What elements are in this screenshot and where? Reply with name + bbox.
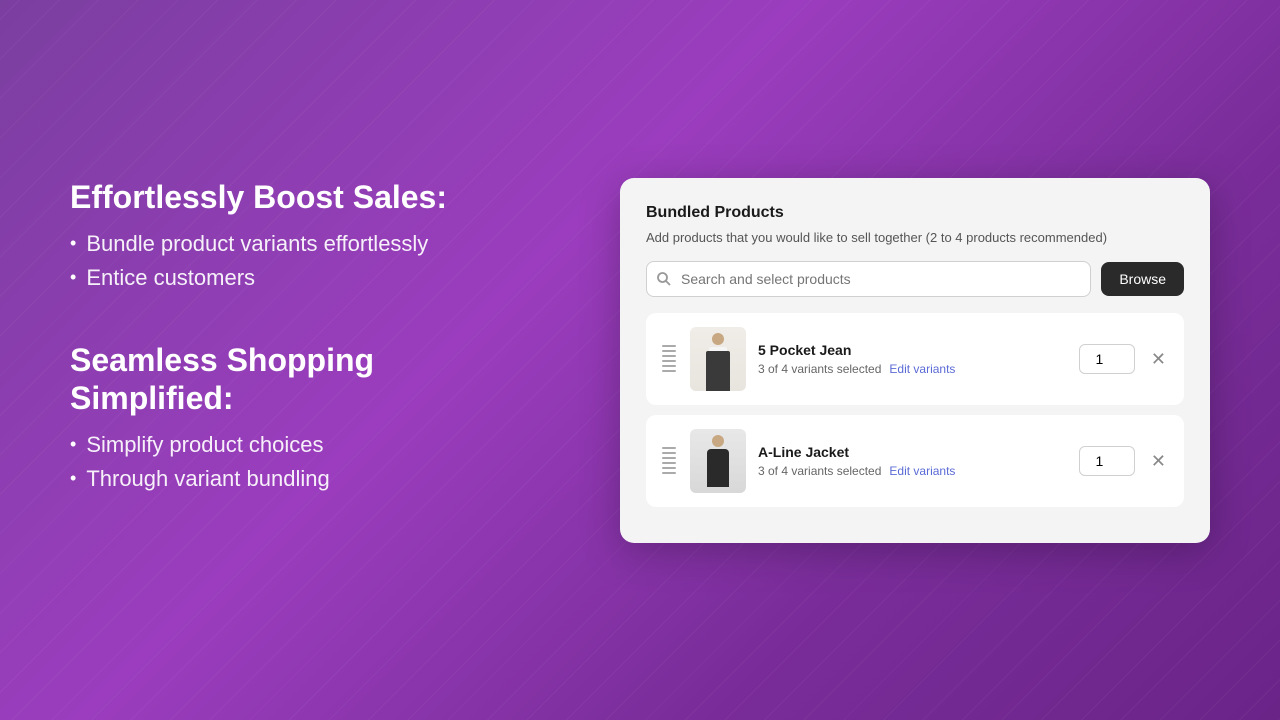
card-subtitle: Add products that you would like to sell…: [646, 230, 1184, 245]
product-variants-1: 3 of 4 variants selected Edit variants: [758, 362, 1067, 376]
product-item-1: 5 Pocket Jean 3 of 4 variants selected E…: [646, 313, 1184, 405]
section1-title: Effortlessly Boost Sales:: [70, 178, 520, 216]
section2-bullets: Simplify product choices Through variant…: [70, 432, 520, 492]
product-image-2: [690, 429, 746, 493]
search-row: Browse: [646, 261, 1184, 297]
section1-bullet-2: Entice customers: [70, 265, 520, 291]
section2-bullet-2: Through variant bundling: [70, 466, 520, 492]
search-input[interactable]: [646, 261, 1091, 297]
product-name-2: A-Line Jacket: [758, 444, 1067, 460]
edit-variants-link-1[interactable]: Edit variants: [889, 362, 955, 376]
left-panel: Effortlessly Boost Sales: Bundle product…: [0, 118, 580, 601]
variants-text-2: 3 of 4 variants selected: [758, 464, 881, 478]
product-info-2: A-Line Jacket 3 of 4 variants selected E…: [758, 444, 1067, 478]
browse-button[interactable]: Browse: [1101, 262, 1184, 296]
product-info-1: 5 Pocket Jean 3 of 4 variants selected E…: [758, 342, 1067, 376]
right-panel: Bundled Products Add products that you w…: [580, 138, 1280, 583]
product-item-2: A-Line Jacket 3 of 4 variants selected E…: [646, 415, 1184, 507]
quantity-input-2[interactable]: [1079, 446, 1135, 476]
product-image-1: [690, 327, 746, 391]
search-icon: [656, 271, 672, 287]
drag-handle-2[interactable]: [660, 445, 678, 476]
bundled-products-card: Bundled Products Add products that you w…: [620, 178, 1210, 543]
drag-handle-1[interactable]: [660, 343, 678, 374]
card-title: Bundled Products: [646, 204, 1184, 222]
variants-text-1: 3 of 4 variants selected: [758, 362, 881, 376]
remove-button-2[interactable]: ✕: [1147, 450, 1170, 472]
edit-variants-link-2[interactable]: Edit variants: [889, 464, 955, 478]
search-input-wrapper: [646, 261, 1091, 297]
remove-button-1[interactable]: ✕: [1147, 348, 1170, 370]
quantity-input-1[interactable]: [1079, 344, 1135, 374]
section2-title: Seamless Shopping Simplified:: [70, 341, 520, 418]
product-name-1: 5 Pocket Jean: [758, 342, 1067, 358]
section1-bullet-1: Bundle product variants effortlessly: [70, 231, 520, 257]
section2-bullet-1: Simplify product choices: [70, 432, 520, 458]
product-variants-2: 3 of 4 variants selected Edit variants: [758, 464, 1067, 478]
section1-bullets: Bundle product variants effortlessly Ent…: [70, 231, 520, 291]
